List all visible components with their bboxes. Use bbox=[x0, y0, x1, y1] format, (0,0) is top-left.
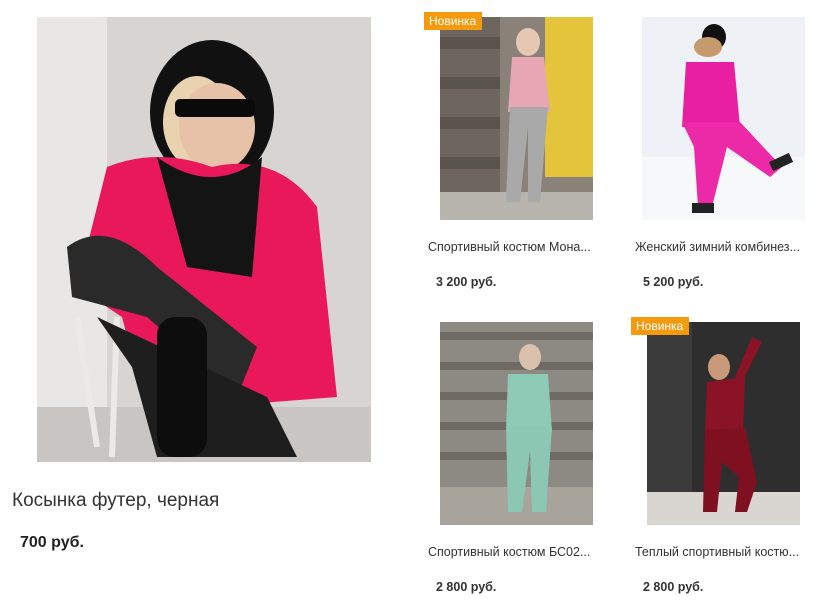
product-title[interactable]: Женский зимний комбинез... bbox=[635, 240, 813, 254]
product-price: 2 800 руб. bbox=[643, 580, 704, 594]
product-title[interactable]: Спортивный костюм БС02... bbox=[428, 545, 606, 559]
product-title[interactable]: Спортивный костюм Мона... bbox=[428, 240, 606, 254]
featured-product-price: 700 руб. bbox=[20, 534, 84, 551]
product-price: 5 200 руб. bbox=[643, 275, 704, 289]
new-badge: Новинка bbox=[424, 12, 483, 30]
product-image[interactable] bbox=[440, 322, 593, 525]
grey-tracksuit-photo bbox=[440, 17, 593, 220]
pink-ski-suit-photo bbox=[642, 17, 805, 220]
woman-hood-sunglasses-photo bbox=[37, 17, 371, 462]
featured-product-image[interactable] bbox=[37, 17, 371, 462]
product-image[interactable] bbox=[647, 322, 800, 525]
product-image[interactable] bbox=[642, 17, 805, 220]
mint-tracksuit-photo bbox=[440, 322, 593, 525]
burgundy-suit-photo bbox=[647, 322, 800, 525]
new-badge: Новинка bbox=[631, 317, 690, 335]
product-image[interactable] bbox=[440, 17, 593, 220]
featured-product-title[interactable]: Косынка футер, черная bbox=[12, 490, 219, 512]
product-price: 3 200 руб. bbox=[436, 275, 497, 289]
product-title[interactable]: Теплый спортивный костю... bbox=[635, 545, 813, 559]
product-price: 2 800 руб. bbox=[436, 580, 497, 594]
